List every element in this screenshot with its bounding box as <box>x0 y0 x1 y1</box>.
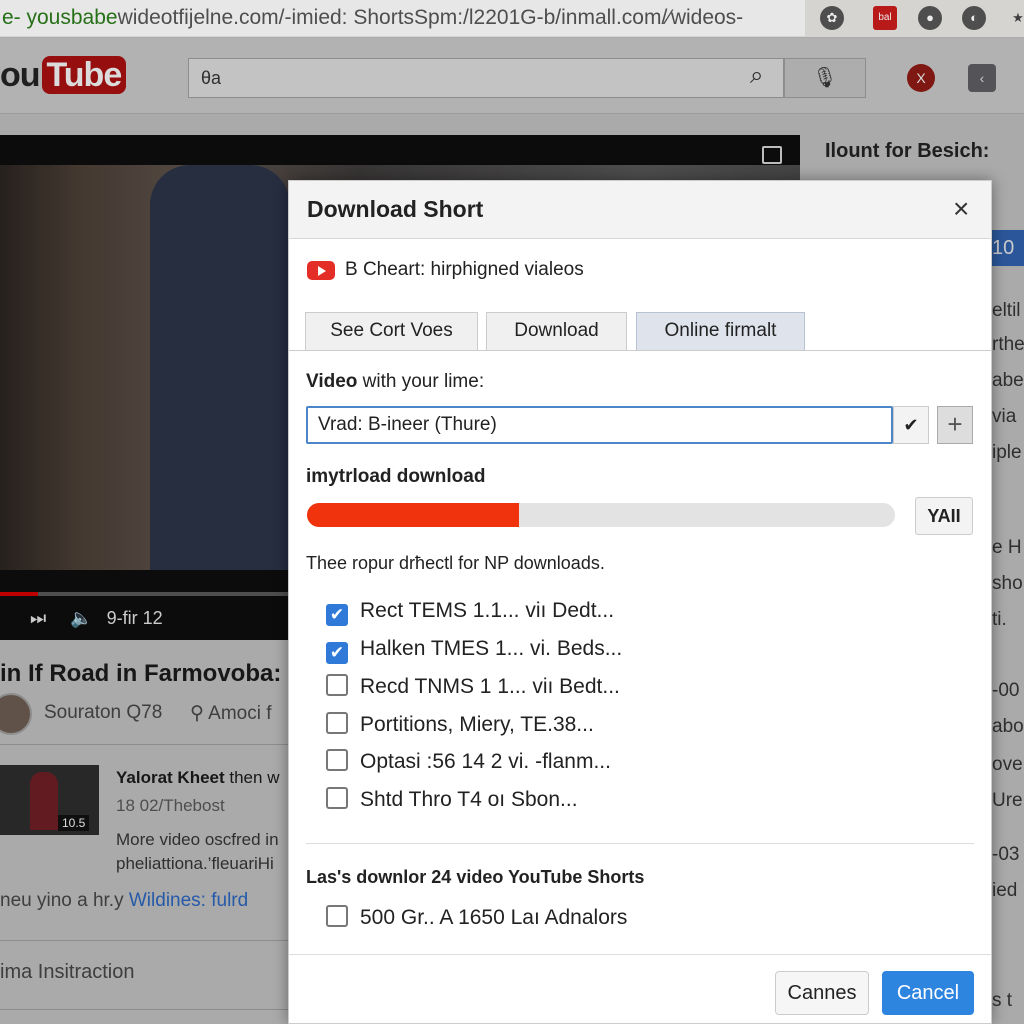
checkbox[interactable]: ✔ <box>326 641 348 664</box>
cancel-button[interactable]: Cancel <box>882 971 974 1015</box>
tab-divider <box>289 350 991 351</box>
tab-see-cort-voes[interactable]: See Cort Voes <box>305 312 478 350</box>
field-label: Video with your lime: <box>306 371 484 393</box>
checkbox[interactable] <box>326 711 348 734</box>
checkbox[interactable]: ✔ <box>326 604 348 626</box>
download-option[interactable]: Shtd Thro T4 oı Sbon... <box>326 786 578 817</box>
video-name: B Cheart: hirphigned vialeos <box>345 259 584 280</box>
yall-button[interactable]: YAII <box>915 497 973 535</box>
label-bold: Video <box>306 371 358 392</box>
download-option[interactable]: Portitions, Miery, TE.38... <box>326 711 594 742</box>
add-button[interactable]: + <box>937 406 973 444</box>
download-option[interactable]: ✔ Halken TMES 1... vi. Beds... <box>326 637 622 667</box>
download-dialog: Download Short × B Cheart: hirphigned vi… <box>288 180 992 1024</box>
progress-label: imytrload download <box>306 466 486 487</box>
hint-text: Thee ropur drħectl for NP downloads. <box>306 553 605 573</box>
download-option[interactable]: ✔ Rect TEMS 1.1... viı Dedt... <box>326 599 614 629</box>
close-icon[interactable]: × <box>953 193 969 225</box>
label-rest: with your lime: <box>357 371 485 392</box>
download-option[interactable]: Optasi :56 14 2 vi. -flanm... <box>326 749 611 779</box>
last-download-label: Las's downlor 24 video YouTube Shorts <box>306 867 645 887</box>
check-icon[interactable]: ✔ <box>893 406 929 444</box>
dialog-title: Download Short <box>307 196 484 222</box>
video-field[interactable]: Vrad: B-ineer (Thure) <box>306 406 893 444</box>
tab-download[interactable]: Download <box>486 312 627 350</box>
option-label: Halken TMES 1... vi. Beds... <box>360 636 623 660</box>
option-label: Optasi :56 14 2 vi. -flanm... <box>360 750 611 773</box>
checkbox[interactable] <box>326 905 348 927</box>
download-progress-fill <box>307 503 519 527</box>
option-label: 500 Gr.. A 1650 Laı Adnalors <box>360 906 628 929</box>
checkbox[interactable] <box>326 674 348 696</box>
option-label: Rect TEMS 1.1... viı Dedt... <box>360 599 615 622</box>
footer-divider <box>289 954 991 955</box>
tab-online-format[interactable]: Online firmalt <box>636 312 805 350</box>
checkbox[interactable] <box>326 786 348 809</box>
last-option[interactable]: 500 Gr.. A 1650 Laı Adnalors <box>326 905 627 935</box>
secondary-button[interactable]: Cannes <box>775 971 869 1015</box>
youtube-icon <box>307 261 335 280</box>
option-label: Shtd Thro T4 oı Sbon... <box>360 787 578 811</box>
option-label: Portitions, Miery, TE.38... <box>360 712 594 736</box>
option-label: Recd TNMS 1 1... viı Bedt... <box>360 675 620 698</box>
divider <box>306 843 974 844</box>
checkbox[interactable] <box>326 749 348 771</box>
download-option[interactable]: Recd TNMS 1 1... viı Bedt... <box>326 674 620 704</box>
